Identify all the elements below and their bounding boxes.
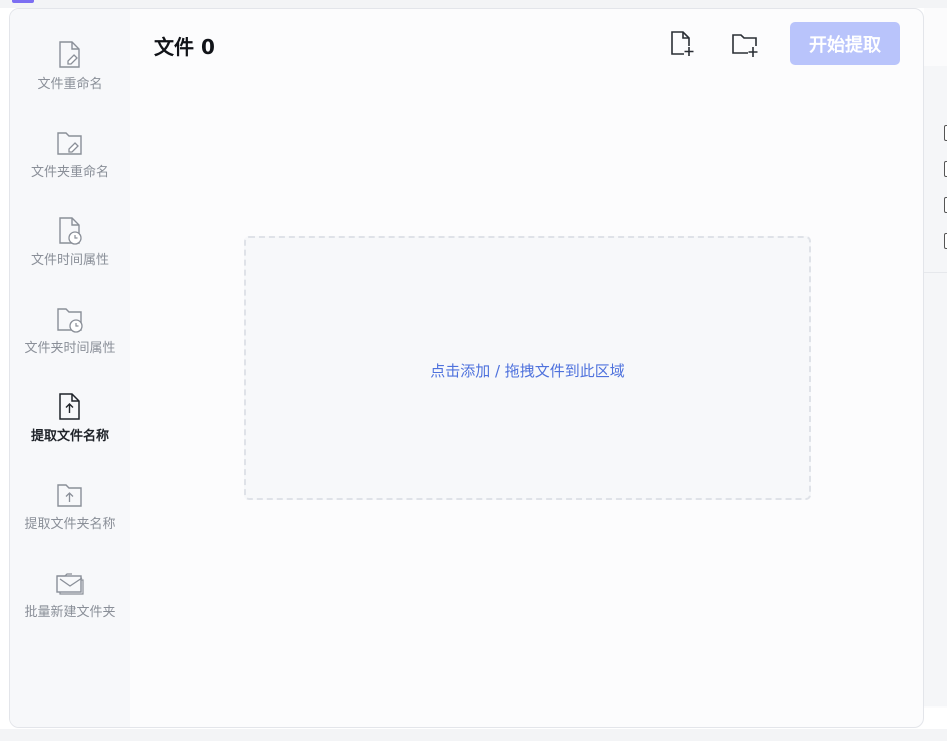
settings-panel-clipped (924, 8, 947, 708)
sidebar-item-label: 文件夹重命名 (30, 165, 109, 180)
sidebar: 文件重命名 文件夹重命名 文件时间属性 文件夹时间属性 提取文件名称 提取文件夹… (10, 9, 130, 727)
drop-zone-hint: 点击添加 / 拖拽文件到此区域 (430, 362, 625, 380)
sidebar-item-label: 提取文件夹名称 (24, 517, 116, 532)
sidebar-item-folder-rename[interactable]: 文件夹重命名 (10, 128, 130, 208)
sidebar-item-batch-new-folder[interactable]: 批量新建文件夹 (10, 568, 130, 648)
sidebar-item-label: 文件重命名 (37, 77, 103, 92)
folder-edit-icon (56, 128, 84, 158)
app-tab-indicator (12, 0, 34, 3)
file-upload-icon (56, 392, 84, 422)
sidebar-item-file-time[interactable]: 文件时间属性 (10, 216, 130, 296)
file-clock-icon (56, 216, 84, 246)
folder-upload-icon (56, 480, 84, 510)
title-strip (0, 0, 947, 8)
folders-mail-icon (56, 568, 84, 598)
folder-clock-icon (56, 304, 84, 334)
sidebar-item-extract-file-names[interactable]: 提取文件名称 (10, 392, 130, 472)
main-panel: 文件 0 开始提取 点击添加 / 拖拽文件到此区域 (130, 9, 923, 727)
sidebar-item-label: 文件夹时间属性 (24, 341, 116, 356)
page-title: 文件 0 (154, 35, 215, 59)
sidebar-item-extract-folder-names[interactable]: 提取文件夹名称 (10, 480, 130, 560)
sidebar-item-label: 文件时间属性 (30, 253, 109, 268)
file-drop-zone[interactable]: 点击添加 / 拖拽文件到此区域 (244, 236, 811, 500)
file-plus-icon (667, 31, 697, 63)
app-window: 文件重命名 文件夹重命名 文件时间属性 文件夹时间属性 提取文件名称 提取文件夹… (9, 8, 924, 728)
file-edit-icon (56, 40, 84, 70)
sidebar-item-label: 提取文件名称 (30, 429, 109, 444)
sidebar-item-label: 批量新建文件夹 (24, 605, 116, 620)
settings-divider (924, 272, 947, 273)
sidebar-item-file-rename[interactable]: 文件重命名 (10, 40, 130, 120)
add-file-button[interactable] (667, 29, 697, 59)
add-folder-button[interactable] (730, 29, 760, 59)
start-extract-button[interactable]: 开始提取 (790, 22, 900, 65)
sidebar-item-folder-time[interactable]: 文件夹时间属性 (10, 304, 130, 384)
taskbar-strip (0, 729, 947, 741)
folder-plus-icon (730, 34, 760, 63)
